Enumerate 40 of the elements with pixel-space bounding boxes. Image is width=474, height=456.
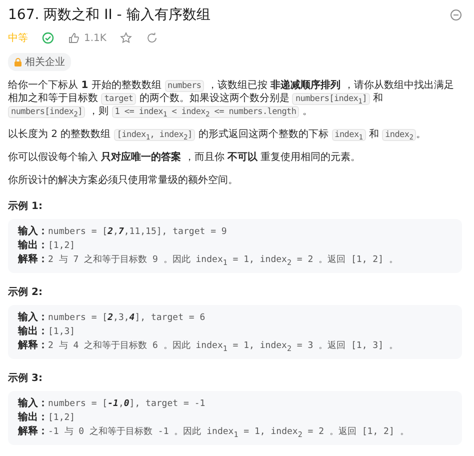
description-paragraph: 你可以假设每个输入 只对应唯一的答案 ，而且你 不可以 重复使用相同的元素。: [8, 151, 362, 164]
inline-code: numbers[index$_{1}$]: [292, 93, 370, 105]
example-value: numbers = [-1,0], target = -1: [48, 399, 206, 409]
description-paragraph: 给你一个下标从 1 开始的整数数组 numbers ，该数组已按 非递减顺序排列 ，请你从数组中找出满足相加之和等于目标数 target 的两个数。如果设这两个数分别是 numbers[index$_{1}$] 和 numbers[index$_{2}$] ，则 1 <= index$_{1}$ < index$_{2}$ <= numbers.length 。: [8, 79, 455, 118]
company-tag[interactable]: 相关企业: [8, 53, 71, 71]
inline-code: numbers: [164, 80, 204, 92]
example-label: 输入：: [18, 226, 48, 237]
difficulty-label: 中等: [8, 32, 28, 45]
inline-code: index$_{1}$: [332, 129, 366, 141]
inline-code: index$_{2}$: [382, 129, 416, 141]
like-button[interactable]: 1.1K: [68, 32, 106, 44]
example-value: numbers = [2,3,4], target = 6: [48, 313, 206, 323]
example-label: 输入：: [18, 312, 48, 323]
example-label: 解释：: [18, 426, 48, 437]
example-label: 解释：: [18, 254, 48, 265]
example-value: 2 与 7 之和等于目标数 9 。因此 index$_{1}$ = 1, index$_{2}$ = 2 。返回 [1, 2] 。: [48, 255, 398, 265]
example-heading: 示例 1:: [8, 200, 44, 213]
example-label: 输入：: [18, 398, 48, 409]
inline-code: numbers[index$_{2}$]: [8, 106, 86, 118]
example-heading: 示例 2:: [8, 286, 44, 299]
inline-code: [index$_{1}$, index$_{2}$]: [114, 129, 196, 141]
inline-code: 1 <= index$_{1}$ < index$_{2}$ <= numbers.length: [112, 106, 300, 118]
description-paragraph: 你所设计的解决方案必须只使用常量级的额外空间。: [8, 174, 239, 187]
example-label: 解释：: [18, 340, 48, 351]
example-value: [1,3]: [48, 327, 76, 337]
example-label: 输出：: [18, 240, 48, 251]
example-value: -1 与 0 之和等于目标数 -1 。因此 index$_{1}$ = 1, index$_{2}$ = 2 。返回 [1, 2] 。: [48, 427, 409, 437]
example-label: 输出：: [18, 412, 48, 423]
lock-icon: [14, 58, 22, 66]
problem-title: 167. 两数之和 II - 输入有序数组: [8, 6, 210, 24]
inline-code: target: [101, 93, 136, 105]
example-value: [1,2]: [48, 241, 76, 251]
thumbs-up-icon: [68, 32, 80, 44]
example-value: [1,2]: [48, 413, 76, 423]
description-paragraph: 以长度为 2 的整数数组 [index$_{1}$, index$_{2}$] 的形式返回这两个整数的下标 index$_{1}$ 和 index$_{2}$ 。: [8, 128, 428, 141]
star-icon[interactable]: [120, 32, 132, 44]
example-value: numbers = [2,7,11,15], target = 9: [48, 227, 227, 237]
example-label: 输出：: [18, 326, 48, 337]
example-value: 2 与 4 之和等于目标数 6 。因此 index$_{1}$ = 1, index$_{2}$ = 3 。返回 [1, 3] 。: [48, 341, 398, 351]
example-heading: 示例 3:: [8, 372, 44, 385]
